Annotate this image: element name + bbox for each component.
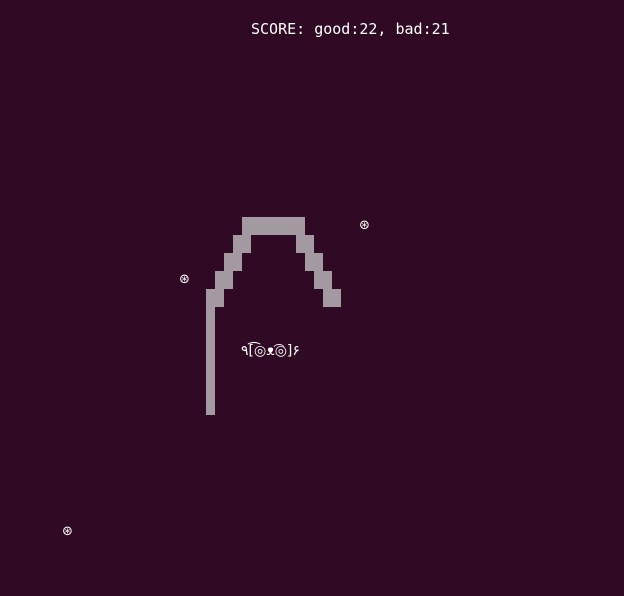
- snake-body-segment: [323, 289, 341, 307]
- snake-body-segment: [215, 271, 233, 289]
- snake-body-segment: [296, 235, 314, 253]
- snake-body-segment: [305, 253, 323, 271]
- snake-body-segment: [233, 235, 251, 253]
- score-display: SCORE: good:22, bad:21: [251, 20, 450, 38]
- snake-body-segment: [314, 271, 332, 289]
- snake-body-segment: [224, 253, 242, 271]
- snake-head-face: ٩[͡◎ᴥ͡◎]۶: [241, 343, 300, 359]
- pickup-icon: ⊛: [359, 218, 370, 233]
- snake-body-segment: [206, 289, 224, 307]
- game-board[interactable]: SCORE: good:22, bad:21 ⊛ ⊛ ⊛ ٩[͡◎ᴥ͡◎]۶: [0, 0, 624, 596]
- pickup-icon: ⊛: [62, 524, 73, 539]
- snake-tail-segment: [206, 307, 215, 415]
- snake-body-segment: [242, 217, 305, 235]
- pickup-icon: ⊛: [179, 272, 190, 287]
